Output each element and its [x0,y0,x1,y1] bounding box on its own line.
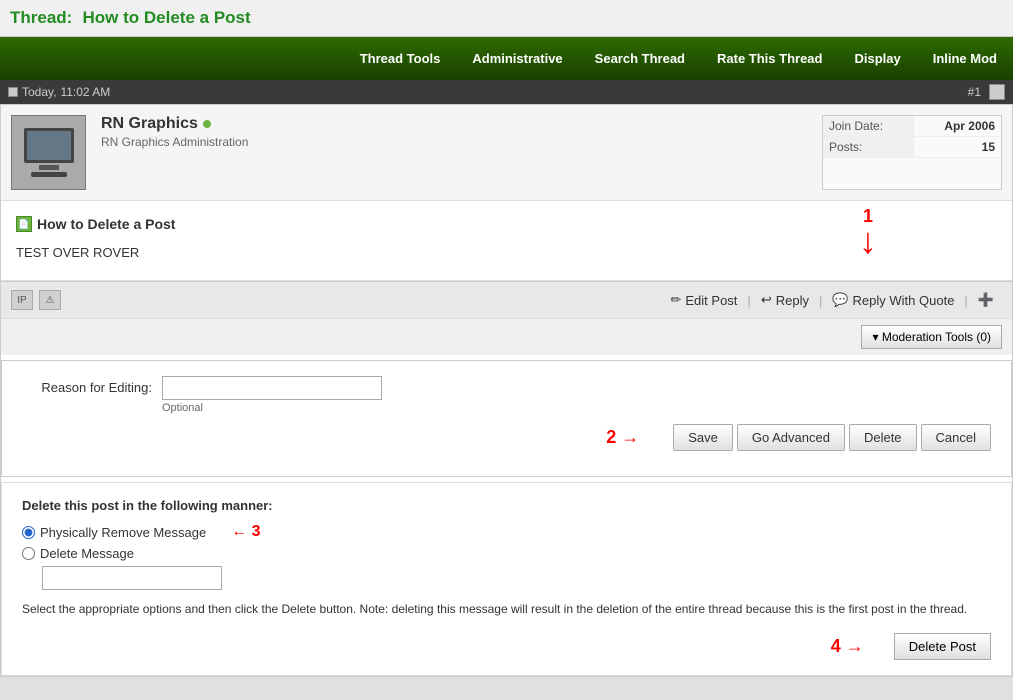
delete-manner-title: Delete this post in the following manner… [22,498,991,513]
join-date-value: Apr 2006 [914,116,1001,137]
nav-bar: Thread Tools Administrative Search Threa… [0,37,1013,80]
nav-thread-tools[interactable]: Thread Tools [344,37,457,80]
ip-icon[interactable]: IP [11,290,33,310]
add-icon: ➕ [978,292,994,308]
delete-button[interactable]: Delete [849,424,917,451]
delete-post-button[interactable]: Delete Post [894,633,991,660]
action-bar-right: ✏ Edit Post | ↩ Reply | 💬 Reply With Quo… [662,288,1002,312]
post-content: 1 ↓ 📄 How to Delete a Post TEST OVER ROV… [1,201,1012,281]
post-meta-bar: Today, 11:02 AM #1 [0,80,1013,104]
annotation-3: ← 3 [231,523,260,541]
quote-icon: 💬 [832,292,848,308]
reply-quote-link[interactable]: 💬 Reply With Quote [824,288,962,312]
add-post-link[interactable]: ➕ [970,288,1002,312]
go-advanced-button[interactable]: Go Advanced [737,424,845,451]
delete-message-radio[interactable] [22,547,35,560]
moderation-tools-button[interactable]: ▾ Moderation Tools (0) [861,325,1002,349]
date-time: Today, 11:02 AM [8,85,110,99]
reason-field: Optional [162,376,991,414]
reason-row: Reason for Editing: Optional [22,376,991,414]
action-bar: IP ⚠ ✏ Edit Post | ↩ Reply | 💬 Reply Wit… [1,281,1012,318]
annotation-4: 4 → [831,636,864,657]
delete-note: Select the appropriate options and then … [22,600,991,618]
posts-label: Posts: [823,137,914,158]
annotation-2: 2 → [606,427,639,448]
moderation-tools-row: ▾ Moderation Tools (0) [1,318,1012,355]
action-bar-left: IP ⚠ [11,290,61,310]
post-body: TEST OVER ROVER [16,240,997,265]
cancel-button[interactable]: Cancel [921,424,991,451]
user-section: RN Graphics RN Graphics Administration J… [1,105,1012,201]
edit-post-link[interactable]: ✏ Edit Post [662,288,745,312]
avatar [11,115,86,190]
save-button[interactable]: Save [673,424,733,451]
optional-label: Optional [162,402,991,414]
form-buttons: 2 → Save Go Advanced Delete Cancel [22,424,991,451]
physically-remove-radio[interactable] [22,526,35,539]
post-time: 11:02 AM [60,85,110,99]
post-container: RN Graphics RN Graphics Administration J… [0,104,1013,677]
post-date: Today, [22,85,56,99]
delete-message-option: Delete Message [22,546,991,561]
nav-search-thread[interactable]: Search Thread [579,37,701,80]
delete-post-row: 4 → Delete Post [22,633,991,660]
avatar-box [11,115,91,190]
username-text: RN Graphics [101,115,198,133]
post-number: #1 [968,84,1005,100]
user-info: RN Graphics RN Graphics Administration [101,115,812,190]
post-options-icon [989,84,1005,100]
nav-display[interactable]: Display [838,37,916,80]
delete-message-label: Delete Message [40,546,134,561]
post-icon: 📄 [16,216,32,232]
delete-section: Delete this post in the following manner… [1,482,1012,676]
page-title-bar: Thread: How to Delete a Post [0,0,1013,37]
thread-title: How to Delete a Post [83,8,251,27]
delete-reason-input[interactable] [42,566,222,590]
physically-remove-label: Physically Remove Message [40,525,206,540]
warn-icon[interactable]: ⚠ [39,290,61,310]
join-date-label: Join Date: [823,116,914,137]
edit-form: Reason for Editing: Optional 2 → Save Go… [1,360,1012,477]
nav-administrative[interactable]: Administrative [456,37,578,80]
nav-inline-mod[interactable]: Inline Mod [917,37,1013,80]
reply-link[interactable]: ↩ Reply [753,288,817,312]
reply-icon: ↩ [761,292,772,308]
reason-label: Reason for Editing: [22,376,152,395]
posts-value: 15 [914,137,1001,158]
post-title: 📄 How to Delete a Post [16,216,997,232]
reason-input[interactable] [162,376,382,400]
title-prefix: Thread: [10,8,72,27]
calendar-icon [8,87,18,97]
physically-remove-option: Physically Remove Message ← 3 [22,523,991,541]
user-role: RN Graphics Administration [101,135,812,149]
nav-rate-thread[interactable]: Rate This Thread [701,37,838,80]
user-stats: Join Date: Apr 2006 Posts: 15 [822,115,1002,190]
edit-icon: ✏ [670,292,681,308]
online-indicator [203,120,211,128]
arrow-1: ↓ [859,227,877,256]
